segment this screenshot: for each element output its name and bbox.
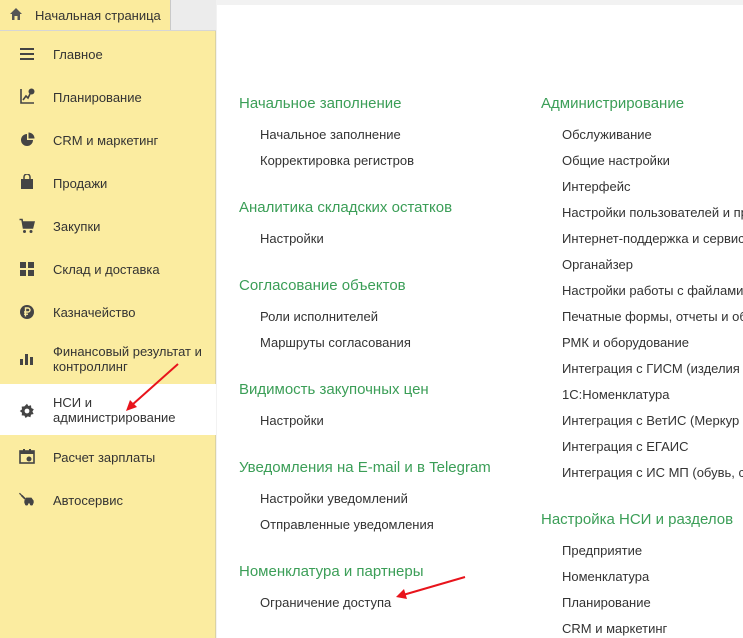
ruble-coin-icon	[20, 305, 34, 319]
sidebar-item-autoservice[interactable]: Автосервис	[0, 487, 216, 513]
link-item[interactable]: Настройки	[260, 231, 324, 246]
sidebar-item-planning[interactable]: Планирование	[0, 84, 216, 110]
sidebar-item-label: Казначейство	[53, 305, 136, 320]
link-item[interactable]: Интеграция с ИС МП (обувь, с	[562, 465, 743, 480]
sidebar-item-label: Автосервис	[53, 493, 123, 508]
link-item[interactable]: Ограничение доступа	[260, 595, 391, 610]
link-item[interactable]: Роли исполнителей	[260, 309, 378, 324]
link-item[interactable]: Маршруты согласования	[260, 335, 411, 350]
link-item[interactable]: Настройки пользователей и пр	[562, 205, 743, 220]
red-annotation-arrow	[396, 576, 466, 599]
sidebar: Главное Планирование CRM и маркетинг Про…	[0, 31, 216, 638]
main-content: Начальное заполнение Начальное заполнени…	[217, 5, 743, 638]
sidebar-item-purchases[interactable]: Закупки	[0, 213, 216, 239]
link-item[interactable]: Планирование	[562, 595, 651, 610]
link-item[interactable]: Корректировка регистров	[260, 153, 414, 168]
link-item[interactable]: Интерфейс	[562, 179, 630, 194]
sidebar-item-label: Закупки	[53, 219, 101, 234]
link-item[interactable]: Интеграция с ВетИС (Меркур	[562, 413, 739, 428]
section-title: Видимость закупочных цен	[239, 381, 429, 398]
link-item[interactable]: Начальное заполнение	[260, 127, 401, 142]
link-item[interactable]: 1С:Номенклатура	[562, 387, 669, 402]
planning-chart-icon	[20, 88, 35, 104]
section-title: Администрирование	[541, 95, 685, 112]
sidebar-item-crm[interactable]: CRM и маркетинг	[0, 127, 216, 153]
tab-home[interactable]: Начальная страница	[0, 0, 171, 30]
sidebar-item-label-line1: НСИ и	[53, 395, 92, 410]
link-item[interactable]: Настройки уведомлений	[260, 491, 408, 506]
link-item[interactable]: РМК и оборудование	[562, 335, 689, 350]
sidebar-item-label: Склад и доставка	[53, 262, 160, 277]
car-wrench-icon	[19, 492, 34, 506]
sidebar-item-label: CRM и маркетинг	[53, 133, 159, 148]
gear-icon	[19, 403, 34, 418]
warehouse-boxes-icon	[20, 262, 34, 276]
link-item[interactable]: Общие настройки	[562, 153, 670, 168]
sidebar-item-label: Расчет зарплаты	[53, 450, 156, 465]
sidebar-item-label-line1: Финансовый результат и	[53, 344, 202, 359]
sidebar-item-payroll[interactable]: Расчет зарплаты	[0, 444, 216, 470]
link-item[interactable]: Интернет-поддержка и сервис	[562, 231, 743, 246]
sidebar-item-label: Главное	[53, 47, 103, 62]
sidebar-item-label: Продажи	[53, 176, 108, 191]
section-title: Аналитика складских остатков	[239, 199, 453, 216]
link-item[interactable]: Отправленные уведомления	[260, 517, 434, 532]
link-item[interactable]: Печатные формы, отчеты и об	[562, 309, 743, 324]
bar-chart-icon	[20, 354, 33, 365]
link-item[interactable]: Предприятие	[562, 543, 642, 558]
pie-chart-icon	[21, 132, 35, 146]
shopping-bag-icon	[21, 174, 33, 189]
red-annotation-arrow	[126, 363, 179, 411]
shopping-cart-icon	[19, 218, 35, 233]
link-item[interactable]: Интеграция с ГИСМ (изделия	[562, 361, 740, 376]
menu-lines-icon	[20, 48, 34, 60]
sidebar-item-warehouse[interactable]: Склад и доставка	[0, 256, 216, 282]
link-item[interactable]: CRM и маркетинг	[562, 621, 667, 636]
sidebar-item-label: Планирование	[53, 90, 142, 105]
link-item[interactable]: Органайзер	[562, 257, 633, 272]
sidebar-item-main[interactable]: Главное	[0, 41, 216, 67]
sidebar-item-sales[interactable]: Продажи	[0, 170, 216, 196]
home-icon	[10, 8, 22, 20]
sidebar-item-label-line2: контроллинг	[53, 359, 128, 374]
payroll-calendar-icon	[19, 449, 35, 464]
link-item[interactable]: Настройки	[260, 413, 324, 428]
tab-strip: Начальная страница	[0, 0, 216, 31]
link-item[interactable]: Интеграция с ЕГАИС	[562, 439, 688, 454]
link-item[interactable]: Обслуживание	[562, 127, 652, 142]
section-title: Уведомления на E-mail и в Telegram	[239, 459, 491, 476]
section-title: Начальное заполнение	[239, 95, 402, 112]
link-item[interactable]: Настройки работы с файлами	[562, 283, 743, 298]
sidebar-item-treasury[interactable]: Казначейство	[0, 299, 216, 325]
tab-home-label: Начальная страница	[35, 8, 161, 23]
link-item[interactable]: Номенклатура	[562, 569, 649, 584]
section-title: Настройка НСИ и разделов	[541, 511, 734, 528]
section-title: Согласование объектов	[239, 277, 406, 294]
